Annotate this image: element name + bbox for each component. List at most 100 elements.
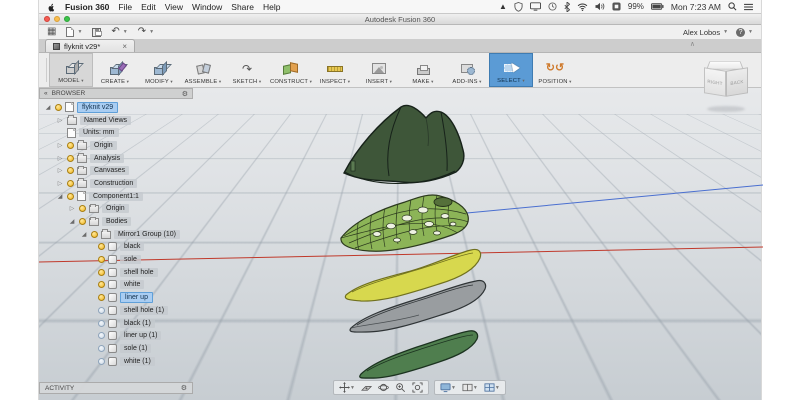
viewcube-back-face[interactable]: BACK bbox=[726, 67, 748, 97]
visibility-bulb-icon[interactable] bbox=[98, 281, 105, 289]
fit-button[interactable] bbox=[410, 381, 425, 394]
pan-button[interactable]: ▼ bbox=[337, 381, 357, 394]
expander-icon[interactable] bbox=[68, 218, 76, 225]
expander-icon[interactable] bbox=[56, 180, 64, 187]
tree-item-label[interactable]: flyknit v29 bbox=[77, 101, 119, 113]
help-menu[interactable]: ? ▼ bbox=[736, 27, 753, 37]
orbit-button[interactable] bbox=[376, 381, 391, 394]
ribbon-position-button[interactable]: ↻↺ POSITION bbox=[533, 53, 577, 87]
tree-item-label[interactable]: Component1:1 bbox=[89, 191, 143, 201]
file-menu-button[interactable]: ▼ bbox=[66, 27, 82, 37]
menu-window[interactable]: Window bbox=[192, 2, 222, 12]
gear-icon[interactable]: ⚙ bbox=[182, 90, 188, 98]
menu-file[interactable]: File bbox=[118, 2, 132, 12]
redo-button[interactable]: ↷ ▼ bbox=[138, 27, 154, 37]
visibility-bulb-icon[interactable] bbox=[55, 103, 62, 111]
tree-item-shell-hole[interactable]: shell hole bbox=[39, 266, 193, 279]
ribbon-construct-button[interactable]: CONSTRUCT bbox=[269, 53, 313, 87]
tree-item-label[interactable]: Origin bbox=[90, 140, 117, 150]
viewcube-right-face[interactable]: RIGHT bbox=[704, 67, 726, 97]
visibility-bulb-icon[interactable] bbox=[98, 344, 105, 352]
tree-item-origin[interactable]: Origin bbox=[39, 139, 193, 152]
menu-help[interactable]: Help bbox=[263, 2, 280, 12]
collapse-panel-icon[interactable]: ∧ bbox=[690, 40, 695, 48]
ribbon-select-button[interactable]: SELECT bbox=[489, 53, 533, 87]
tree-item-sole-1[interactable]: sole (1) bbox=[39, 342, 193, 355]
app-menu[interactable]: Fusion 360 bbox=[65, 2, 109, 12]
tree-item-white-1[interactable]: white (1) bbox=[39, 355, 193, 368]
ribbon-insert-button[interactable]: INSERT bbox=[357, 53, 401, 87]
tree-item-label[interactable]: sole bbox=[120, 255, 141, 265]
activity-bar[interactable]: ACTIVITY ⚙ bbox=[39, 382, 193, 394]
tree-item-component-origin[interactable]: Origin bbox=[39, 203, 193, 216]
visibility-bulb-icon[interactable] bbox=[98, 256, 105, 264]
visibility-bulb-icon[interactable] bbox=[79, 218, 86, 226]
tree-item-label[interactable]: shell hole bbox=[120, 267, 158, 277]
shield-icon[interactable] bbox=[514, 1, 523, 12]
volume-icon[interactable] bbox=[595, 2, 605, 11]
display-mirroring-icon[interactable] bbox=[529, 2, 541, 11]
wifi-icon[interactable] bbox=[577, 3, 588, 11]
mesh-upper-body[interactable] bbox=[340, 194, 469, 252]
visibility-bulb-icon[interactable] bbox=[98, 306, 105, 314]
undo-button[interactable]: ↶ ▼ bbox=[111, 27, 127, 37]
tree-item-label[interactable]: white bbox=[120, 280, 145, 290]
visibility-bulb-icon[interactable] bbox=[91, 230, 98, 238]
expander-icon[interactable] bbox=[56, 142, 64, 149]
input-source-icon[interactable] bbox=[612, 2, 621, 11]
look-at-button[interactable] bbox=[359, 381, 374, 394]
expander-icon[interactable] bbox=[56, 193, 64, 200]
tree-item-label[interactable]: Construction bbox=[90, 178, 138, 188]
zoom-button[interactable] bbox=[393, 381, 408, 394]
close-tab-icon[interactable]: × bbox=[122, 42, 127, 51]
tree-item-construction[interactable]: Construction bbox=[39, 177, 193, 190]
menu-share[interactable]: Share bbox=[231, 2, 254, 12]
tree-item-label[interactable]: Canvases bbox=[90, 166, 130, 176]
visibility-bulb-icon[interactable] bbox=[98, 357, 105, 365]
ribbon-model-button[interactable]: MODEL bbox=[49, 53, 93, 87]
visibility-bulb-icon[interactable] bbox=[67, 154, 74, 162]
outsole-body[interactable] bbox=[359, 330, 479, 379]
tree-item-label[interactable]: shell hole (1) bbox=[120, 305, 169, 315]
gear-icon[interactable]: ⚙ bbox=[181, 384, 187, 392]
display-settings-button[interactable]: ▼ bbox=[438, 381, 458, 394]
window-titlebar[interactable]: Autodesk Fusion 360 bbox=[39, 14, 761, 25]
shoe-last-body[interactable] bbox=[343, 104, 465, 184]
ribbon-addins-button[interactable]: ADD-INS bbox=[445, 53, 489, 87]
battery-icon[interactable] bbox=[650, 3, 664, 10]
ribbon-assemble-button[interactable]: ASSEMBLE bbox=[181, 53, 225, 87]
ribbon-create-button[interactable]: CREATE bbox=[93, 53, 137, 87]
visibility-bulb-icon[interactable] bbox=[67, 167, 74, 175]
viewport-3d[interactable]: RIGHT BACK « BROWSER ⚙ flyknit v29 bbox=[39, 61, 763, 400]
ribbon-modify-button[interactable]: MODIFY bbox=[137, 53, 181, 87]
tree-item-white[interactable]: white bbox=[39, 279, 193, 292]
bluetooth-icon[interactable] bbox=[564, 1, 570, 12]
visibility-bulb-icon[interactable] bbox=[67, 192, 74, 200]
tree-item-analysis[interactable]: Analysis bbox=[39, 152, 193, 165]
tree-item-flyknit-v29[interactable]: flyknit v29 bbox=[39, 101, 193, 114]
time-machine-icon[interactable] bbox=[548, 2, 557, 11]
viewcube[interactable]: RIGHT BACK bbox=[699, 56, 753, 114]
tree-item-named-views[interactable]: Named Views bbox=[39, 114, 193, 127]
apple-menu-icon[interactable] bbox=[47, 2, 56, 12]
tree-item-sole[interactable]: sole bbox=[39, 253, 193, 266]
expander-icon[interactable] bbox=[68, 205, 76, 212]
tree-item-liner-up[interactable]: liner up bbox=[39, 291, 193, 304]
tree-item-bodies[interactable]: Bodies bbox=[39, 215, 193, 228]
expander-icon[interactable] bbox=[56, 117, 64, 124]
tree-item-label[interactable]: sole (1) bbox=[120, 343, 152, 353]
expander-icon[interactable] bbox=[80, 231, 88, 238]
ribbon-sketch-button[interactable]: ↷ SKETCH bbox=[225, 53, 269, 87]
tree-item-label[interactable]: Mirror1 Group (10) bbox=[114, 229, 180, 239]
expander-icon[interactable] bbox=[44, 104, 52, 111]
menu-view[interactable]: View bbox=[165, 2, 183, 12]
tree-item-shell-hole-1[interactable]: shell hole (1) bbox=[39, 304, 193, 317]
visibility-bulb-icon[interactable] bbox=[67, 179, 74, 187]
visibility-bulb-icon[interactable] bbox=[98, 332, 105, 340]
tree-item-label[interactable]: liner up bbox=[120, 292, 153, 304]
tree-item-component1[interactable]: Component1:1 bbox=[39, 190, 193, 203]
document-tab-active[interactable]: flyknit v29* × bbox=[45, 39, 135, 52]
visibility-bulb-icon[interactable] bbox=[98, 243, 105, 251]
visibility-bulb-icon[interactable] bbox=[98, 268, 105, 276]
notification-center-icon[interactable] bbox=[744, 3, 753, 11]
